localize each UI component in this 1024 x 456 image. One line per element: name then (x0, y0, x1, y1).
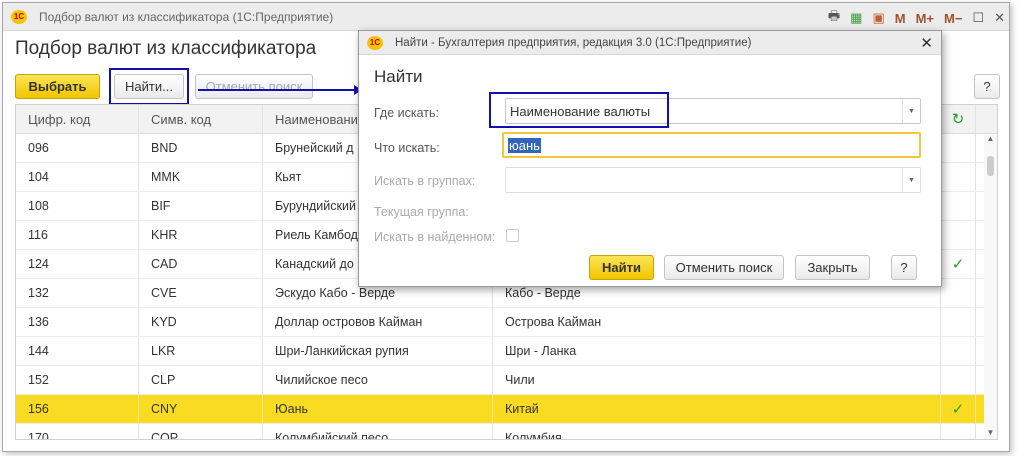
dialog-help-button[interactable]: ? (891, 255, 917, 280)
dialog-find-button[interactable]: Найти (589, 255, 654, 280)
current-group-label: Текущая группа: (374, 205, 469, 219)
table-row[interactable]: 170 COP Колумбийский песо Колумбия (16, 424, 997, 439)
calendar-icon[interactable]: ▣ (872, 10, 884, 26)
memory-button[interactable]: M (895, 11, 906, 26)
cell-digital-code: 144 (16, 337, 139, 365)
close-icon[interactable]: ✕ (994, 10, 1005, 26)
window-titlebar: 1С Подбор валют из классификатора (1С:Пр… (3, 3, 1009, 31)
cell-country: Острова Кайман (493, 308, 941, 336)
refresh-icon[interactable]: ↻ (941, 105, 976, 133)
cell-country: Чили (493, 366, 941, 394)
dropdown-icon[interactable]: ▼ (902, 99, 920, 123)
check-icon (941, 163, 976, 191)
cell-name: Шри-Ланкийская рупия (263, 337, 493, 365)
dialog-title: Найти - Бухгалтерия предприятия, редакци… (395, 36, 752, 49)
cell-digital-code: 116 (16, 221, 139, 249)
check-icon (941, 279, 976, 307)
scrollbar[interactable]: ▲ ▼ (984, 134, 997, 439)
dialog-titlebar: 1С Найти - Бухгалтерия предприятия, реда… (359, 31, 941, 55)
check-icon (941, 221, 976, 249)
print-icon[interactable]: 🖶 (828, 7, 840, 29)
cell-symbol-code: KHR (139, 221, 263, 249)
1c-logo-icon: 1С (11, 9, 27, 24)
cell-digital-code: 124 (16, 250, 139, 278)
cell-country: Колумбия (493, 424, 941, 439)
cell-symbol-code: CVE (139, 279, 263, 307)
check-icon (941, 424, 976, 439)
what-input[interactable]: юань (502, 132, 921, 158)
dialog-close-button[interactable]: Закрыть (795, 255, 870, 280)
memory-plus-button[interactable]: M+ (916, 11, 934, 26)
find-dialog: 1С Найти - Бухгалтерия предприятия, реда… (358, 30, 942, 287)
cell-name: Доллар островов Кайман (263, 308, 493, 336)
scrollbar-thumb[interactable] (987, 156, 994, 176)
check-icon: ✓ (941, 395, 976, 423)
cell-symbol-code: CLP (139, 366, 263, 394)
cell-digital-code: 096 (16, 134, 139, 162)
memory-minus-button[interactable]: M− (944, 11, 962, 26)
check-icon (941, 337, 976, 365)
header-digital-code[interactable]: Цифр. код (16, 105, 139, 133)
help-button[interactable]: ? (974, 74, 1000, 99)
cell-name: Юань (263, 395, 493, 423)
dialog-cancel-search-button[interactable]: Отменить поиск (664, 255, 784, 280)
arrow-line (198, 89, 358, 91)
check-icon (941, 134, 976, 162)
cell-digital-code: 170 (16, 424, 139, 439)
cell-digital-code: 136 (16, 308, 139, 336)
cell-digital-code: 156 (16, 395, 139, 423)
table-row[interactable]: 156 CNY Юань Китай ✓ (16, 395, 997, 424)
what-value: юань (508, 137, 541, 153)
1c-logo-icon: 1С (367, 35, 383, 50)
cell-symbol-code: MMK (139, 163, 263, 191)
maximize-icon[interactable]: ☐ (972, 10, 984, 26)
in-found-label: Искать в найденном: (374, 230, 496, 244)
cell-symbol-code: LKR (139, 337, 263, 365)
cell-country: Китай (493, 395, 941, 423)
table-row[interactable]: 144 LKR Шри-Ланкийская рупия Шри - Ланка (16, 337, 997, 366)
calculator-icon[interactable]: ▦ (850, 10, 862, 26)
cell-symbol-code: COP (139, 424, 263, 439)
cell-digital-code: 104 (16, 163, 139, 191)
dropdown-icon[interactable]: ▼ (902, 168, 920, 192)
groups-label: Искать в группах: (374, 174, 476, 188)
table-row[interactable]: 152 CLP Чилийское песо Чили (16, 366, 997, 395)
groups-select[interactable]: ▼ (505, 167, 921, 193)
page-title: Подбор валют из классификатора (15, 38, 317, 59)
cell-country: Шри - Ланка (493, 337, 941, 365)
cell-digital-code: 132 (16, 279, 139, 307)
header-symbol-code[interactable]: Симв. код (139, 105, 263, 133)
cell-symbol-code: KYD (139, 308, 263, 336)
cell-symbol-code: BND (139, 134, 263, 162)
cell-digital-code: 152 (16, 366, 139, 394)
check-icon (941, 192, 976, 220)
dialog-heading: Найти (374, 67, 423, 86)
cell-symbol-code: CAD (139, 250, 263, 278)
what-label: Что искать: (374, 141, 440, 155)
check-icon (941, 308, 976, 336)
cell-symbol-code: BIF (139, 192, 263, 220)
where-highlight (489, 92, 669, 128)
check-icon: ✓ (941, 250, 976, 278)
cell-name: Колумбийский песо (263, 424, 493, 439)
in-found-checkbox[interactable] (506, 229, 519, 242)
where-label: Где искать: (374, 106, 440, 120)
table-row[interactable]: 136 KYD Доллар островов Кайман Острова Кайм… (16, 308, 997, 337)
check-icon (941, 366, 976, 394)
dialog-close-icon[interactable]: ✕ (920, 34, 933, 52)
find-highlight (109, 68, 189, 105)
window-title: Подбор валют из классификатора (1С:Предп… (39, 9, 334, 24)
cell-symbol-code: CNY (139, 395, 263, 423)
select-button[interactable]: Выбрать (15, 74, 100, 99)
cell-name: Чилийское песо (263, 366, 493, 394)
cancel-search-button[interactable]: Отменить поиск (195, 74, 313, 99)
cell-digital-code: 108 (16, 192, 139, 220)
